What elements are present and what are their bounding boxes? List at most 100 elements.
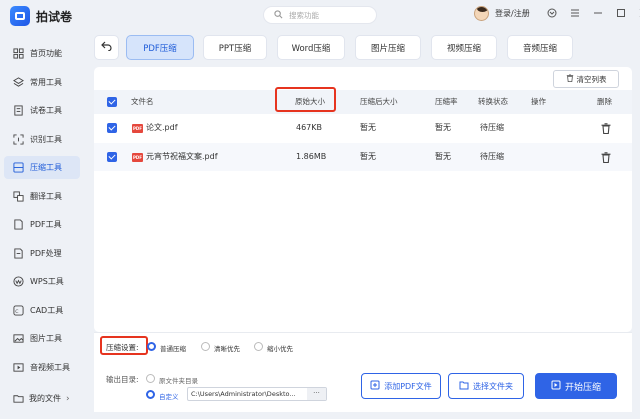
file-name: 元宵节祝福文案.pdf (146, 152, 218, 161)
radio-normal-compress[interactable] (147, 342, 156, 351)
column-file-name: 文件名 (131, 97, 154, 106)
sidebar-item-label: 识别工具 (30, 134, 62, 144)
folder-add-icon (459, 380, 469, 392)
option-normal-compress[interactable]: 普通压缩 (160, 343, 186, 353)
conversion-status: 待压缩 (480, 152, 504, 161)
scan-icon (13, 133, 24, 145)
add-pdf-label: 添加PDF文件 (384, 381, 432, 391)
sidebar-item-label: CAD工具 (30, 305, 64, 315)
tab-audio-compress[interactable]: 音频压缩 (507, 35, 573, 60)
pdf-tool-icon (13, 219, 24, 230)
sidebar-item-common-tools[interactable]: 常用工具 (4, 71, 80, 94)
radio-size-first[interactable] (254, 342, 263, 351)
row-checkbox[interactable] (107, 152, 117, 162)
table-row[interactable]: PDF 论文.pdf 467KB 暂无 暂无 待压缩 (94, 114, 632, 142)
search-placeholder: 搜索功能 (289, 10, 319, 20)
sidebar-item-label: PDF处理 (30, 248, 62, 258)
clear-list-label: 清空列表 (576, 74, 607, 84)
column-compressed-size: 压缩后大小 (360, 97, 398, 106)
user-login[interactable]: 登录/注册 (474, 6, 530, 21)
sidebar-item-pdf-process[interactable]: PDF处理 (4, 242, 80, 265)
my-files-link[interactable]: 我的文件 › (13, 393, 70, 404)
compress-start-icon (551, 380, 561, 393)
option-size-first[interactable]: 缩小优先 (267, 343, 293, 353)
clear-list-button[interactable]: 清空列表 (553, 70, 619, 88)
compression-ratio: 暂无 (435, 123, 451, 132)
sidebar-item-cad-tools[interactable]: C CAD工具 (4, 299, 80, 322)
output-path-field[interactable]: C:\Users\Administrator\Deskto... (187, 387, 327, 401)
sidebar-item-home[interactable]: 首页功能 (4, 42, 80, 65)
sidebar-item-wps-tools[interactable]: WPS工具 (4, 270, 80, 293)
settings-highlight (100, 336, 148, 355)
file-list-panel: 清空列表 文件名 原始大小 压缩后大小 压缩率 转换状态 操作 删除 PDF 论… (94, 67, 632, 332)
maximize-icon[interactable] (616, 8, 626, 18)
sidebar-item-recognition-tools[interactable]: 识别工具 (4, 128, 80, 151)
search-input[interactable]: 搜索功能 (263, 6, 377, 24)
pdf-process-icon (13, 247, 24, 259)
table-row[interactable]: PDF 元宵节祝福文案.pdf 1.86MB 暂无 暂无 待压缩 (94, 143, 632, 171)
tab-video-compress[interactable]: 视频压缩 (431, 35, 497, 60)
delete-row-icon[interactable] (601, 152, 611, 164)
option-custom-folder[interactable]: 自定义 (159, 391, 179, 401)
original-size-highlight (275, 87, 336, 112)
minimize-icon[interactable] (593, 8, 603, 18)
select-folder-button[interactable]: 选择文件夹 (448, 373, 524, 399)
login-label[interactable]: 登录/注册 (495, 8, 530, 19)
pdf-file-icon: PDF (132, 124, 143, 133)
back-button[interactable] (94, 35, 119, 60)
file-name: 论文.pdf (146, 123, 178, 132)
compress-icon (13, 162, 24, 173)
home-icon (13, 48, 24, 59)
option-original-folder[interactable]: 原文件夹目录 (159, 375, 198, 385)
sidebar-item-pdf-tools[interactable]: PDF工具 (4, 213, 80, 236)
search-icon (274, 9, 283, 21)
sidebar-item-label: 音视频工具 (30, 362, 70, 372)
column-action: 操作 (531, 97, 546, 106)
radio-clarity-first[interactable] (201, 342, 210, 351)
tab-ppt-compress[interactable]: PPT压缩 (203, 35, 267, 60)
sidebar: 拍试卷 首页功能 常用工具 试卷工具 识别工具 压缩工具 翻译工具 PDF工具 … (0, 0, 84, 419)
sidebar-item-label: 常用工具 (30, 77, 62, 87)
tab-image-compress[interactable]: 图片压缩 (355, 35, 421, 60)
sidebar-item-compress-tools[interactable]: 压缩工具 (4, 156, 80, 179)
window-controls (547, 8, 640, 18)
radio-original-folder[interactable] (146, 374, 155, 383)
original-size: 1.86MB (296, 152, 327, 161)
chevron-right-icon: › (66, 393, 70, 404)
layers-icon (13, 76, 24, 88)
sidebar-item-label: 图片工具 (30, 334, 62, 343)
start-compress-button[interactable]: 开始压缩 (535, 373, 617, 399)
column-ratio: 压缩率 (435, 97, 458, 106)
tab-word-compress[interactable]: Word压缩 (277, 35, 345, 60)
compressed-size: 暂无 (360, 123, 376, 132)
sidebar-item-label: 首页功能 (30, 49, 62, 58)
tab-pdf-compress[interactable]: PDF压缩 (126, 35, 194, 60)
sidebar-item-exam-tools[interactable]: 试卷工具 (4, 99, 80, 122)
folder-icon (13, 393, 24, 404)
sidebar-item-translate-tools[interactable]: 翻译工具 (4, 185, 80, 208)
my-files-label: 我的文件 (29, 394, 61, 403)
column-delete: 删除 (597, 97, 612, 106)
chevron-down-icon[interactable] (547, 8, 557, 18)
add-pdf-button[interactable]: 添加PDF文件 (361, 373, 441, 399)
delete-row-icon[interactable] (601, 123, 611, 135)
menu-icon[interactable] (570, 8, 580, 18)
compression-ratio: 暂无 (435, 152, 451, 161)
sidebar-item-media-tools[interactable]: 音视频工具 (4, 356, 80, 379)
select-all-checkbox[interactable] (107, 97, 117, 107)
sidebar-item-label: 试卷工具 (30, 106, 62, 115)
option-clarity-first[interactable]: 清晰优先 (214, 343, 240, 353)
trash-icon (566, 74, 574, 84)
image-icon (13, 333, 24, 344)
svg-text:C: C (15, 308, 18, 314)
row-checkbox[interactable] (107, 123, 117, 133)
avatar[interactable] (474, 6, 489, 21)
sidebar-item-label: 压缩工具 (30, 163, 62, 172)
browse-button[interactable]: ··· (307, 388, 326, 400)
sidebar-item-label: PDF工具 (30, 220, 62, 229)
sidebar-item-label: 翻译工具 (30, 191, 62, 201)
app-logo: 拍试卷 (10, 6, 72, 26)
start-compress-label: 开始压缩 (564, 382, 601, 393)
sidebar-item-image-tools[interactable]: 图片工具 (4, 327, 80, 350)
radio-custom-folder[interactable] (146, 390, 155, 399)
